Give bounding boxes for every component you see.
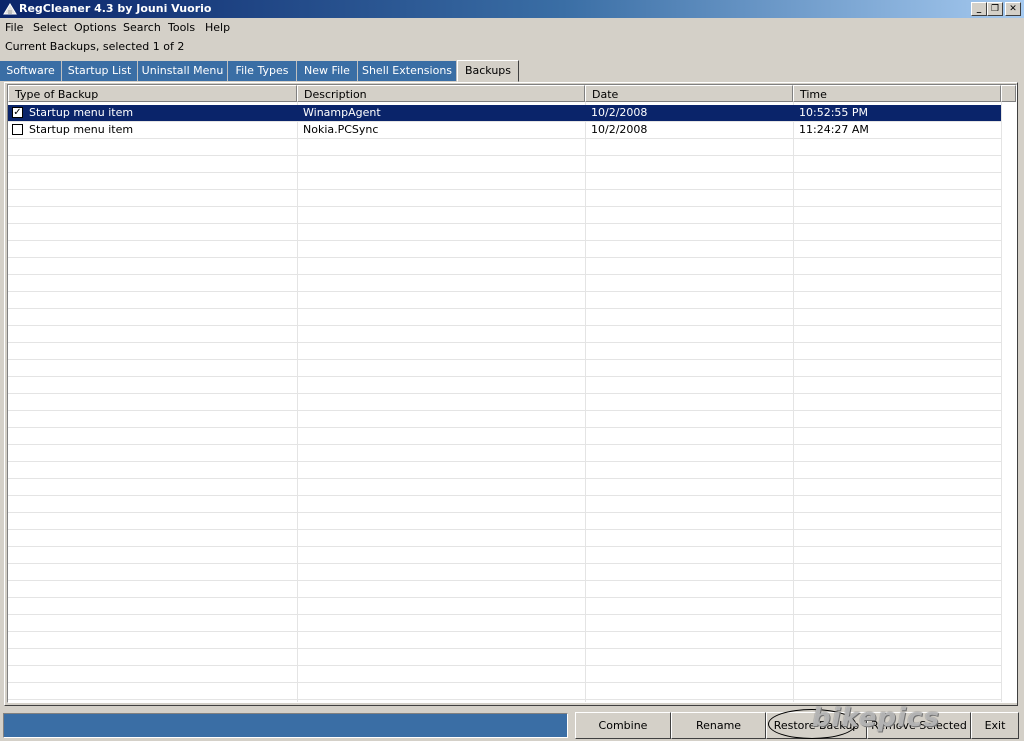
table-row[interactable]: Startup menu item Nokia.PCSync 10/2/2008… [8, 122, 1001, 139]
cell-date: 10/2/2008 [591, 123, 648, 136]
status-text: Current Backups, selected 1 of 2 [5, 40, 185, 53]
tab-new-file[interactable]: New File [297, 61, 358, 81]
column-header-type[interactable]: Type of Backup [8, 85, 297, 102]
tab-shell-extensions[interactable]: Shell Extensions [358, 61, 457, 81]
close-button[interactable]: ✕ [1005, 2, 1021, 16]
empty-row [8, 241, 1001, 258]
list-header: Type of Backup Description Date Time [8, 85, 1016, 102]
empty-row [8, 190, 1001, 207]
backups-list[interactable]: Type of Backup Description Date Time ✓ S… [7, 84, 1017, 703]
restore-backup-button[interactable]: Restore Backup [766, 712, 867, 739]
menu-options[interactable]: Options [74, 21, 116, 35]
progress-bar [3, 713, 568, 738]
app-icon [3, 3, 17, 15]
tab-software[interactable]: Software [0, 61, 62, 81]
cell-type: Startup menu item [29, 106, 134, 119]
menu-tools[interactable]: Tools [168, 21, 195, 35]
empty-row [8, 513, 1001, 530]
empty-row [8, 530, 1001, 547]
cell-time: 11:24:27 AM [799, 123, 869, 136]
empty-row [8, 496, 1001, 513]
minimize-button[interactable]: _ [971, 2, 987, 16]
empty-row [8, 598, 1001, 615]
row-checkbox[interactable]: ✓ [12, 107, 23, 118]
exit-button[interactable]: Exit [971, 712, 1019, 739]
empty-row [8, 683, 1001, 700]
row-checkbox[interactable] [12, 124, 23, 135]
empty-row [8, 411, 1001, 428]
restore-button[interactable]: ❐ [987, 2, 1003, 16]
empty-row [8, 173, 1001, 190]
empty-row [8, 377, 1001, 394]
column-header-time[interactable]: Time [793, 85, 1001, 102]
empty-row [8, 581, 1001, 598]
cell-description: Nokia.PCSync [303, 123, 379, 136]
window-title: RegCleaner 4.3 by Jouni Vuorio [19, 2, 212, 15]
empty-row [8, 547, 1001, 564]
tab-file-types[interactable]: File Types [228, 61, 297, 81]
column-header-filler [1001, 85, 1016, 102]
empty-row [8, 428, 1001, 445]
empty-row [8, 462, 1001, 479]
empty-row [8, 700, 1001, 702]
empty-row [8, 564, 1001, 581]
combine-button[interactable]: Combine [575, 712, 671, 739]
bottom-bar: Combine Rename Restore Backup Remove Sel… [0, 710, 1024, 741]
empty-row [8, 649, 1001, 666]
cell-time: 10:52:55 PM [799, 106, 869, 119]
menu-help[interactable]: Help [205, 21, 230, 35]
cell-date: 10/2/2008 [591, 106, 648, 119]
empty-row [8, 394, 1001, 411]
menu-bar: File Select Options Search Tools Help [0, 19, 1024, 37]
column-divider [1001, 102, 1002, 702]
tab-startup-list[interactable]: Startup List [62, 61, 138, 81]
tab-bar: Software Startup List Uninstall Menu Fil… [0, 60, 1024, 82]
rename-button[interactable]: Rename [671, 712, 766, 739]
empty-row [8, 292, 1001, 309]
menu-search[interactable]: Search [123, 21, 161, 35]
cell-description: WinampAgent [303, 106, 381, 119]
empty-row [8, 632, 1001, 649]
table-row[interactable]: ✓ Startup menu item WinampAgent 10/2/200… [8, 105, 1001, 122]
title-bar: RegCleaner 4.3 by Jouni Vuorio _ ❐ ✕ [0, 0, 1024, 18]
tab-backups[interactable]: Backups [457, 60, 519, 82]
empty-row [8, 666, 1001, 683]
empty-row [8, 207, 1001, 224]
empty-row [8, 139, 1001, 156]
empty-row [8, 615, 1001, 632]
empty-row [8, 156, 1001, 173]
empty-row [8, 445, 1001, 462]
menu-file[interactable]: File [5, 21, 23, 35]
empty-row [8, 309, 1001, 326]
empty-row [8, 360, 1001, 377]
empty-row [8, 479, 1001, 496]
menu-select[interactable]: Select [33, 21, 67, 35]
empty-row [8, 275, 1001, 292]
empty-row [8, 326, 1001, 343]
empty-row [8, 224, 1001, 241]
column-header-description[interactable]: Description [297, 85, 585, 102]
cell-type: Startup menu item [29, 123, 134, 136]
empty-row [8, 343, 1001, 360]
column-header-date[interactable]: Date [585, 85, 793, 102]
empty-row [8, 258, 1001, 275]
tab-uninstall-menu[interactable]: Uninstall Menu [138, 61, 228, 81]
remove-selected-button[interactable]: Remove Selected [867, 712, 971, 739]
